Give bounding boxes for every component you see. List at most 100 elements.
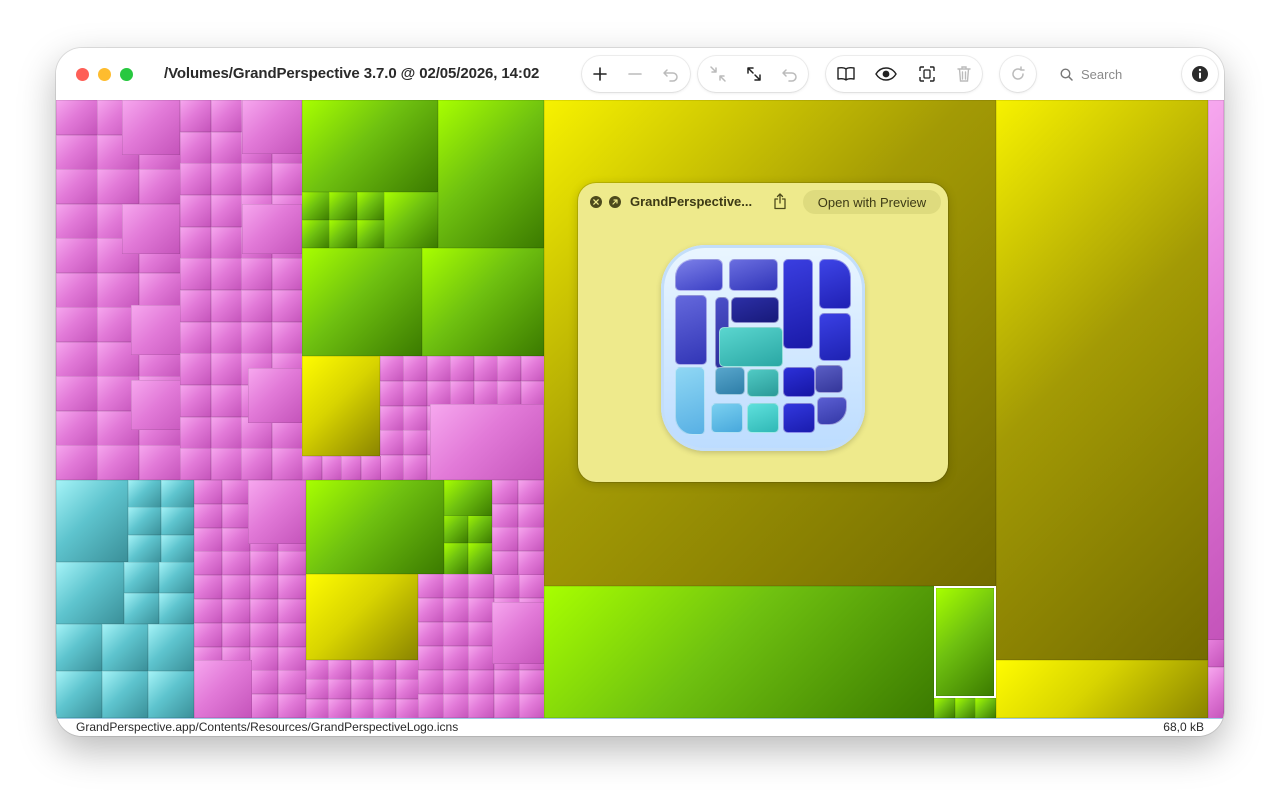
treemap-file-block[interactable] [380,455,404,480]
treemap-file-block[interactable] [443,670,469,694]
info-button[interactable] [1184,56,1216,92]
treemap-file-block[interactable] [180,195,211,227]
treemap-file-block[interactable] [222,480,250,504]
treemap-file-block[interactable] [139,445,181,480]
treemap-file-block[interactable] [56,307,98,342]
treemap-file-block[interactable] [396,679,419,699]
treemap-file-block[interactable] [211,322,242,354]
treemap-file-block[interactable] [384,192,438,248]
treemap-file-block[interactable] [56,480,128,562]
treemap-file-block[interactable] [211,417,242,449]
treemap-file-block[interactable] [128,480,161,508]
treemap-file-block[interactable] [380,406,404,431]
treemap-file-block[interactable] [443,598,469,622]
treemap-file-block[interactable] [278,623,306,647]
treemap-file-block[interactable] [211,258,242,290]
treemap-file-block[interactable] [306,699,329,719]
treemap-file-block[interactable] [474,381,498,406]
treemap-file-block[interactable] [418,598,444,622]
treemap-file-block[interactable] [955,698,976,718]
treemap-file-block[interactable] [56,135,98,170]
treemap-file-block[interactable] [357,192,385,220]
treemap-file-block[interactable] [248,368,302,423]
treemap-file-block[interactable] [122,100,180,155]
close-window-button[interactable] [76,68,89,81]
treemap-file-block[interactable] [97,169,139,204]
treemap-file-block[interactable] [492,602,544,664]
treemap-file-block[interactable] [250,670,278,694]
treemap-file-block[interactable] [180,132,211,164]
treemap-file-block[interactable] [222,504,250,528]
treemap-file-block[interactable] [427,356,451,381]
treemap-file-block[interactable] [56,273,98,308]
treemap-file-block[interactable] [351,660,374,680]
treemap-file-block[interactable] [272,290,303,322]
treemap-file-block[interactable] [373,699,396,719]
treemap-file-block[interactable] [468,670,494,694]
treemap-file-block[interactable] [418,622,444,646]
treemap-file-block[interactable] [248,480,306,544]
treemap-file-block[interactable] [122,204,180,254]
treemap-file-block[interactable] [373,679,396,699]
close-circle-icon[interactable] [590,196,602,208]
treemap-file-block[interactable] [306,574,418,660]
treemap-file-block[interactable] [357,220,385,248]
treemap-file-block[interactable] [211,448,242,480]
treemap-file-block[interactable] [241,322,272,354]
treemap-file-block[interactable] [194,623,222,647]
treemap-file-block[interactable] [148,624,194,671]
treemap-file-block[interactable] [180,258,211,290]
treemap-file-block[interactable] [403,455,427,480]
treemap-file-block[interactable] [211,385,242,417]
treemap-file-block[interactable] [278,599,306,623]
treemap-file-block[interactable] [180,385,211,417]
treemap-file-block[interactable] [278,694,306,718]
treemap-file-block[interactable] [468,646,494,670]
treemap-file-block[interactable] [519,694,545,718]
treemap-file-block[interactable] [328,679,351,699]
treemap-file-block[interactable] [241,290,272,322]
treemap-file-block[interactable] [272,163,303,195]
treemap-file-block[interactable] [497,381,521,406]
treemap-file-block[interactable] [159,562,194,593]
treemap-file-block[interactable] [380,430,404,455]
treemap-file-block[interactable] [418,646,444,670]
treemap-file-block[interactable] [124,562,159,593]
treemap-file-block[interactable] [211,353,242,385]
treemap-file-block[interactable] [241,258,272,290]
zoom-out-button[interactable] [619,56,651,92]
treemap-file-block[interactable] [211,163,242,195]
treemap-file-block[interactable] [396,699,419,719]
treemap-file-block[interactable] [194,480,222,504]
treemap-file-block[interactable] [56,411,98,446]
delete-button[interactable] [948,56,980,92]
treemap-file-block[interactable] [180,290,211,322]
treemap-file-block[interactable] [1208,667,1224,719]
treemap-file-block[interactable] [302,248,422,356]
treemap-file-block[interactable] [161,535,194,563]
treemap-file-block[interactable] [438,100,544,248]
treemap-file-block[interactable] [328,699,351,719]
treemap-file-block[interactable] [222,551,250,575]
treemap-file-block[interactable] [194,504,222,528]
treemap-file-block[interactable] [521,356,545,381]
treemap-file-block[interactable] [180,417,211,449]
treemap-file-block[interactable] [396,660,419,680]
treemap-file-block[interactable] [250,575,278,599]
treemap-file-block[interactable] [427,381,451,406]
treemap-file-block[interactable] [996,100,1208,660]
treemap-file-block[interactable] [492,551,518,575]
treemap-file-block[interactable] [242,100,302,154]
treemap-file-block[interactable] [341,456,361,480]
treemap-file-block[interactable] [139,169,181,204]
reset-focus-button[interactable] [774,56,806,92]
treemap-file-block[interactable] [250,599,278,623]
treemap-file-block[interactable] [494,670,520,694]
treemap-file-block[interactable] [56,445,98,480]
treemap-file-block[interactable] [222,599,250,623]
treemap-file-block[interactable] [161,507,194,535]
reset-zoom-button[interactable] [655,56,687,92]
treemap-file-block[interactable] [468,543,492,575]
treemap-file-block[interactable] [380,381,404,406]
zoom-in-button[interactable] [584,56,616,92]
